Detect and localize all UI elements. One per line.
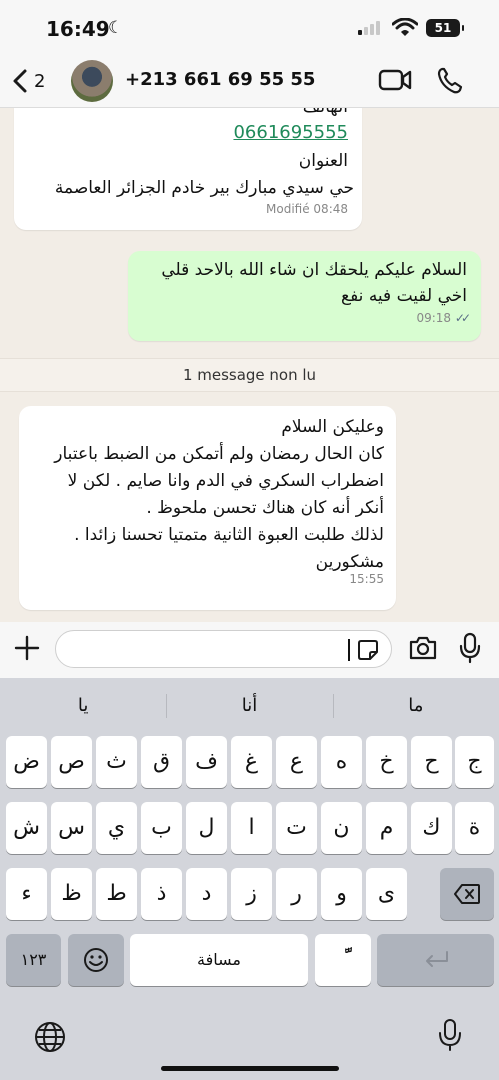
key[interactable]: ي — [96, 802, 137, 854]
moon-icon: ☾ — [108, 18, 124, 38]
keyboard-bottom-bar — [0, 998, 499, 1080]
key[interactable]: ن — [321, 802, 362, 854]
avatar[interactable] — [71, 60, 113, 102]
message-text: كان الحال رمضان ولم أتمكن من الضبط باعتب… — [54, 444, 384, 464]
suggestion-item[interactable]: أنا — [166, 686, 332, 726]
diacritic-key[interactable]: ًّ — [315, 934, 371, 986]
key[interactable]: ض — [6, 736, 47, 788]
key[interactable]: غ — [231, 736, 272, 788]
key[interactable]: ص — [51, 736, 92, 788]
home-indicator[interactable] — [161, 1066, 339, 1071]
chevron-left-icon — [13, 69, 27, 93]
composer-bar — [0, 622, 499, 678]
sticker-icon[interactable] — [357, 639, 379, 661]
unread-divider: 1 message non lu — [0, 358, 499, 392]
key[interactable]: ل — [186, 802, 227, 854]
dictation-mic-icon[interactable] — [438, 1018, 462, 1052]
key[interactable]: ظ — [51, 868, 92, 920]
emoji-icon — [84, 948, 108, 972]
key[interactable]: ش — [6, 802, 47, 854]
key[interactable]: ا — [231, 802, 272, 854]
key[interactable]: ه — [321, 736, 362, 788]
emoji-key[interactable] — [68, 934, 124, 986]
key[interactable]: ث — [96, 736, 137, 788]
signal-icon — [358, 21, 380, 35]
message-text: السلام عليكم يلحقك ان شاء الله بالاحد قل… — [161, 260, 467, 280]
key[interactable]: ك — [411, 802, 452, 854]
globe-icon[interactable] — [34, 1021, 66, 1053]
message-text-address: حي سيدي مبارك بير خادم الجزائر العاصمة — [54, 178, 354, 198]
contact-name[interactable]: +213 661 69 55 55 — [125, 69, 315, 90]
plus-icon[interactable] — [14, 635, 40, 661]
phone-number-link[interactable]: 0661695555 — [233, 122, 348, 143]
key[interactable]: ز — [231, 868, 272, 920]
message-bubble-incoming[interactable]: الهاتف 0661695555 العنوان حي سيدي مبارك … — [14, 108, 362, 230]
message-text: اضطراب السكري في الدم وانا صايم . لكن لا — [67, 471, 384, 491]
key[interactable]: خ — [366, 736, 407, 788]
key[interactable]: ج — [455, 736, 494, 788]
battery-icon: 51 — [426, 19, 464, 37]
chat-area[interactable]: الهاتف 0661695555 العنوان حي سيدي مبارك … — [0, 108, 499, 622]
suggestion-item[interactable]: ما — [332, 686, 499, 726]
status-bar: 16:49 ☾ 51 — [0, 0, 499, 56]
video-call-icon[interactable] — [378, 67, 412, 93]
microphone-icon[interactable] — [459, 632, 481, 664]
message-text: أنكر أنه كان هناك تحسن ملحوظ . — [146, 498, 384, 518]
key[interactable]: م — [366, 802, 407, 854]
unread-chats-count: 2 — [34, 70, 46, 92]
return-arrow-icon — [425, 951, 448, 967]
key[interactable]: ذ — [141, 868, 182, 920]
phone-call-icon[interactable] — [436, 66, 464, 96]
message-text: لذلك طلبت العبوة الثانية متمتيا تحسنا زا… — [74, 525, 384, 545]
message-text-label: الهاتف — [28, 108, 348, 118]
keyboard: يا أنا ما ض ص ث ق ف غ ع ه خ ح ج ش س ي ب … — [0, 678, 499, 1080]
message-text: اخي لقيت فيه نفع — [341, 286, 467, 306]
message-text-label: العنوان — [298, 151, 348, 171]
key[interactable]: ح — [411, 736, 452, 788]
numbers-key[interactable]: ١٢٣ — [6, 934, 61, 986]
key[interactable]: ت — [276, 802, 317, 854]
key[interactable]: ة — [455, 802, 494, 854]
message-timestamp: 09:18 — [416, 311, 452, 325]
status-time: 16:49 — [46, 17, 110, 41]
read-receipt-icon: ✓✓ — [454, 311, 471, 325]
message-bubble-incoming[interactable]: وعليكن السلام كان الحال رمضان ولم أتمكن … — [19, 406, 396, 610]
message-text: وعليكن السلام — [281, 417, 384, 437]
key[interactable]: س — [51, 802, 92, 854]
message-timestamp: Modifié 08:48 — [266, 202, 348, 216]
back-button[interactable]: 2 — [12, 68, 45, 94]
chat-header: 2 +213 661 69 55 55 — [0, 56, 499, 108]
key[interactable]: ء — [6, 868, 47, 920]
wifi-icon — [392, 18, 418, 36]
space-key[interactable]: مسافة — [130, 934, 308, 986]
text-cursor — [348, 639, 350, 661]
key[interactable]: ف — [186, 736, 227, 788]
message-input[interactable] — [55, 630, 392, 668]
return-key[interactable] — [377, 934, 494, 986]
backspace-icon — [454, 884, 480, 904]
key[interactable]: ط — [96, 868, 137, 920]
key[interactable]: ب — [141, 802, 182, 854]
suggestion-bar: يا أنا ما — [0, 686, 499, 726]
key[interactable]: و — [321, 868, 362, 920]
camera-icon[interactable] — [408, 635, 438, 661]
key[interactable]: ر — [276, 868, 317, 920]
key[interactable]: ق — [141, 736, 182, 788]
backspace-key[interactable] — [440, 868, 494, 920]
message-bubble-outgoing[interactable]: السلام عليكم يلحقك ان شاء الله بالاحد قل… — [128, 251, 481, 341]
key[interactable]: ع — [276, 736, 317, 788]
key[interactable]: د — [186, 868, 227, 920]
suggestion-item[interactable]: يا — [0, 686, 166, 726]
key[interactable]: ى — [366, 868, 407, 920]
